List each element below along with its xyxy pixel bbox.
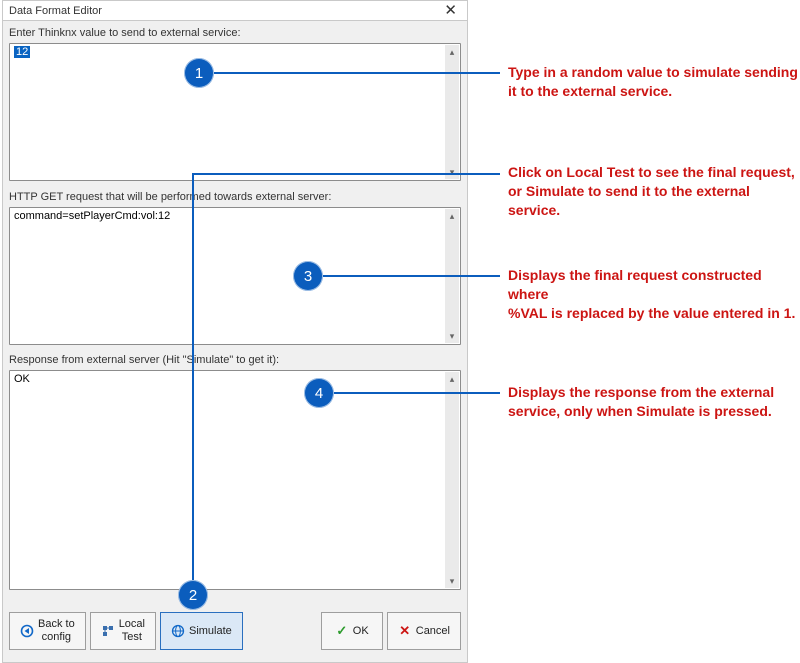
chevron-up-icon[interactable]: ▴ — [445, 45, 459, 59]
dialog-button-row: Back toconfig LocalTest Simulate ✓ OK ✕ — [9, 612, 461, 652]
callout-text-1: Type in a random value to simulate sendi… — [508, 63, 798, 101]
callout-marker-4: 4 — [304, 378, 334, 408]
chevron-down-icon[interactable]: ▾ — [445, 329, 459, 343]
close-icon[interactable]: ✕ — [440, 3, 461, 18]
back-icon — [20, 624, 34, 638]
request-textarea[interactable]: command=setPlayerCmd:vol:12 ▴ ▾ — [9, 207, 461, 345]
close-icon: ✕ — [398, 624, 412, 638]
response-text: OK — [14, 373, 444, 587]
chevron-down-icon[interactable]: ▾ — [445, 574, 459, 588]
callout-text-3: Displays the final request constructed w… — [508, 266, 800, 323]
chevron-up-icon[interactable]: ▴ — [445, 209, 459, 223]
check-icon: ✓ — [335, 624, 349, 638]
local-test-button[interactable]: LocalTest — [90, 612, 156, 650]
label-input-value: Enter Thinknx value to send to external … — [9, 27, 241, 39]
chevron-down-icon[interactable]: ▾ — [445, 165, 459, 179]
callout-marker-2: 2 — [178, 580, 208, 610]
input-value-text: 12 — [14, 46, 30, 58]
callout-text-2: Click on Local Test to see the final req… — [508, 163, 800, 220]
ok-button[interactable]: ✓ OK — [321, 612, 383, 650]
label-response: Response from external server (Hit "Simu… — [9, 354, 279, 366]
callout-text-4: Displays the response from the externals… — [508, 383, 774, 421]
callout-marker-1: 1 — [184, 58, 214, 88]
local-test-icon — [101, 624, 115, 638]
request-text: command=setPlayerCmd:vol:12 — [14, 210, 444, 342]
back-to-config-button[interactable]: Back toconfig — [9, 612, 86, 650]
label-request: HTTP GET request that will be performed … — [9, 191, 331, 203]
cancel-button[interactable]: ✕ Cancel — [387, 612, 461, 650]
callout-marker-3: 3 — [293, 261, 323, 291]
scrollbar[interactable]: ▴ ▾ — [445, 45, 459, 179]
scrollbar[interactable]: ▴ ▾ — [445, 209, 459, 343]
response-textarea[interactable]: OK ▴ ▾ — [9, 370, 461, 590]
dialog-title: Data Format Editor — [9, 5, 102, 17]
globe-icon — [171, 624, 185, 638]
chevron-up-icon[interactable]: ▴ — [445, 372, 459, 386]
data-format-editor-dialog: Data Format Editor ✕ Enter Thinknx value… — [2, 0, 468, 663]
simulate-button[interactable]: Simulate — [160, 612, 243, 650]
titlebar: Data Format Editor ✕ — [3, 1, 467, 21]
scrollbar[interactable]: ▴ ▾ — [445, 372, 459, 588]
input-value-textarea[interactable]: 12 ▴ ▾ — [9, 43, 461, 181]
